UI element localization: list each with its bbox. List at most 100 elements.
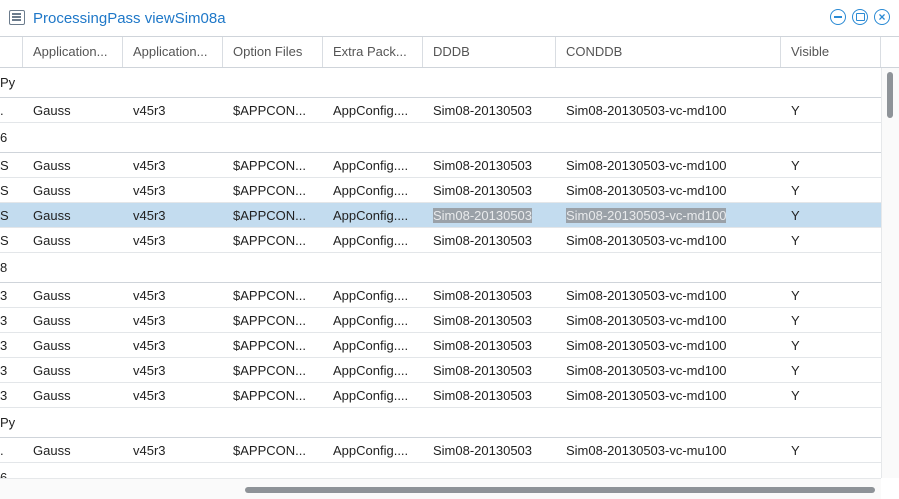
group-row[interactable]: 6 [0, 463, 881, 478]
header-dddb[interactable]: DDDB [423, 37, 556, 67]
group-label: 6 [0, 470, 8, 478]
cell-lead: 3 [0, 313, 8, 328]
header-extra-packages[interactable]: Extra Pack... [323, 37, 423, 67]
group-label: 8 [0, 260, 8, 275]
cell-visible: Y [791, 313, 800, 328]
cell-visible: Y [791, 208, 800, 223]
cell-option-files: $APPCON... [233, 233, 306, 248]
cell-application-version: v45r3 [133, 208, 166, 223]
cell-extra-packages: AppConfig.... [333, 363, 409, 378]
cell-conddb: Sim08-20130503-vc-md100 [566, 313, 727, 328]
cell-dddb: Sim08-20130503 [433, 158, 533, 173]
cell-extra-packages: AppConfig.... [333, 103, 409, 118]
cell-application-name: Gauss [33, 208, 71, 223]
group-row[interactable]: Py [0, 408, 881, 438]
table-row[interactable]: . Gauss v45r3 $APPCON... AppConfig.... Sim08-… [0, 438, 881, 463]
group-row[interactable]: Py [0, 68, 881, 98]
table-row[interactable]: 3 Gauss v45r3 $APPCON... AppConfig.... Sim08-… [0, 358, 881, 383]
cell-extra-packages: AppConfig.... [333, 183, 409, 198]
cell-application-version: v45r3 [133, 338, 166, 353]
minimize-button[interactable] [830, 9, 846, 25]
cell-dddb: Sim08-20130503 [433, 313, 533, 328]
cell-conddb: Sim08-20130503-vc-md100 [566, 338, 727, 353]
horizontal-scroll-thumb[interactable] [245, 487, 875, 493]
cell-conddb: Sim08-20130503-vc-md100 [566, 233, 727, 248]
cell-dddb: Sim08-20130503 [433, 233, 533, 248]
header-application-version[interactable]: Application... [123, 37, 223, 67]
cell-option-files: $APPCON... [233, 313, 306, 328]
cell-option-files: $APPCON... [233, 338, 306, 353]
cell-application-version: v45r3 [133, 363, 166, 378]
cell-lead: S [0, 183, 9, 198]
cell-lead: S [0, 158, 9, 173]
cell-application-name: Gauss [33, 103, 71, 118]
table-row[interactable]: S Gauss v45r3 $APPCON... AppConfig.... Sim08-… [0, 178, 881, 203]
cell-dddb: Sim08-20130503 [433, 443, 533, 458]
cell-application-name: Gauss [33, 388, 71, 403]
vertical-scroll-thumb[interactable] [887, 72, 893, 118]
vertical-scrollbar[interactable] [881, 68, 899, 478]
cell-dddb: Sim08-20130503 [433, 388, 533, 403]
header-conddb[interactable]: CONDDB [556, 37, 781, 67]
table-row[interactable]: 3 Gauss v45r3 $APPCON... AppConfig.... Sim08-… [0, 308, 881, 333]
cell-extra-packages: AppConfig.... [333, 158, 409, 173]
header-option-files[interactable]: Option Files [223, 37, 323, 67]
table-row[interactable]: S Gauss v45r3 $APPCON... AppConfig.... Sim08-… [0, 228, 881, 253]
cell-dddb: Sim08-20130503 [433, 203, 533, 227]
cell-visible: Y [791, 363, 800, 378]
cell-lead: 3 [0, 288, 8, 303]
close-button[interactable]: × [874, 9, 890, 25]
table-row[interactable]: S Gauss v45r3 $APPCON... AppConfig.... Sim08-… [0, 153, 881, 178]
cell-application-version: v45r3 [133, 158, 166, 173]
cell-extra-packages: AppConfig.... [333, 338, 409, 353]
title-bar: ProcessingPass viewSim08a × [0, 0, 899, 36]
cell-application-name: Gauss [33, 443, 71, 458]
cell-application-version: v45r3 [133, 388, 166, 403]
maximize-button[interactable] [852, 9, 868, 25]
horizontal-scrollbar[interactable] [0, 478, 881, 499]
cell-lead: S [0, 233, 9, 248]
header-application-name[interactable]: Application... [23, 37, 123, 67]
cell-option-files: $APPCON... [233, 158, 306, 173]
cell-dddb-highlight: Sim08-20130503 [433, 208, 533, 223]
cell-visible: Y [791, 233, 800, 248]
cell-application-version: v45r3 [133, 313, 166, 328]
group-row[interactable]: 6 [0, 123, 881, 153]
cell-conddb: Sim08-20130503-vc-md100 [566, 363, 727, 378]
cell-dddb: Sim08-20130503 [433, 338, 533, 353]
cell-option-files: $APPCON... [233, 363, 306, 378]
table-row-selected[interactable]: S Gauss v45r3 $APPCON... AppConfig.... Sim08-… [0, 203, 881, 228]
cell-application-name: Gauss [33, 183, 71, 198]
table-row[interactable]: 3 Gauss v45r3 $APPCON... AppConfig.... Sim08-… [0, 383, 881, 408]
group-label: Py [0, 415, 16, 430]
group-row[interactable]: 8 [0, 253, 881, 283]
cell-option-files: $APPCON... [233, 183, 306, 198]
cell-extra-packages: AppConfig.... [333, 208, 409, 223]
table-row[interactable]: 3 Gauss v45r3 $APPCON... AppConfig.... Sim08-… [0, 283, 881, 308]
cell-conddb: Sim08-20130503-vc-md100 [566, 288, 727, 303]
cell-application-name: Gauss [33, 158, 71, 173]
cell-visible: Y [791, 158, 800, 173]
group-label: 6 [0, 130, 8, 145]
table-row[interactable]: . Gauss v45r3 $APPCON... AppConfig.... Sim08-… [0, 98, 881, 123]
cell-dddb: Sim08-20130503 [433, 288, 533, 303]
header-visible[interactable]: Visible [781, 37, 881, 67]
table-row[interactable]: 3 Gauss v45r3 $APPCON... AppConfig.... Sim08-… [0, 333, 881, 358]
cell-visible: Y [791, 388, 800, 403]
cell-application-name: Gauss [33, 313, 71, 328]
header-lead-column[interactable] [0, 37, 23, 67]
cell-option-files: $APPCON... [233, 388, 306, 403]
cell-extra-packages: AppConfig.... [333, 288, 409, 303]
cell-option-files: $APPCON... [233, 103, 306, 118]
cell-lead: 3 [0, 363, 8, 378]
cell-conddb: Sim08-20130503-vc-mu100 [566, 443, 727, 458]
cell-dddb: Sim08-20130503 [433, 183, 533, 198]
cell-conddb: Sim08-20130503-vc-md100 [566, 203, 727, 227]
window-title: ProcessingPass viewSim08a [33, 10, 226, 27]
grid-header: Application... Application... Option Fil… [0, 37, 899, 68]
cell-visible: Y [791, 288, 800, 303]
window-list-icon [9, 10, 25, 25]
cell-application-version: v45r3 [133, 183, 166, 198]
cell-option-files: $APPCON... [233, 208, 306, 223]
cell-visible: Y [791, 338, 800, 353]
